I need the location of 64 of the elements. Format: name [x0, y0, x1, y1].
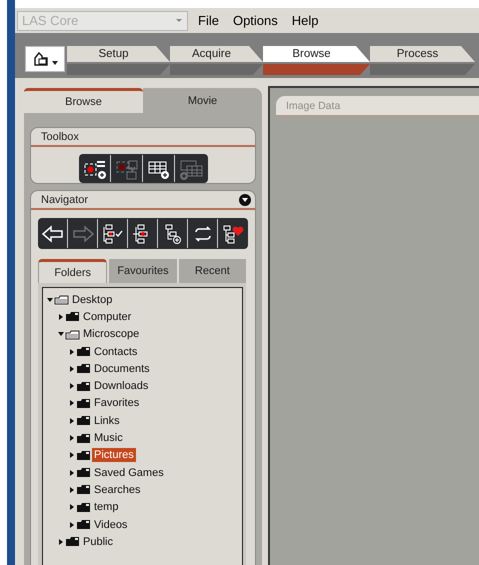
folder-label[interactable]: Documents	[92, 362, 152, 376]
image-data-header: Image Data	[276, 96, 479, 117]
folder-label[interactable]: Downloads	[92, 379, 150, 394]
panel-tab[interactable]: Movie	[143, 88, 262, 113]
folder-label[interactable]: Contacts	[92, 344, 140, 359]
folder-label[interactable]: Pictures	[92, 448, 136, 462]
folder-icon	[65, 311, 80, 322]
folder-label[interactable]: temp	[92, 500, 120, 514]
collapsed-arrow-icon[interactable]	[68, 468, 76, 477]
collapsed-arrow-icon[interactable]	[68, 416, 76, 425]
folder-icon	[76, 519, 91, 530]
folder-label[interactable]: Videos	[92, 518, 130, 532]
frame-arrow-icon	[114, 158, 140, 180]
collapsed-arrow-icon[interactable]	[57, 312, 65, 321]
collapsed-arrow-icon[interactable]	[68, 382, 76, 390]
app-selector-value: LAS Core	[22, 13, 78, 28]
folder-icon	[76, 415, 91, 426]
folder-icon	[76, 380, 91, 392]
folder-icon	[76, 398, 91, 409]
folder-label[interactable]: Links	[92, 414, 122, 428]
panel-title: Navigator	[41, 194, 88, 206]
folder-icon	[76, 484, 91, 496]
collapsed-arrow-icon[interactable]	[68, 399, 76, 408]
folder-icon	[76, 502, 91, 513]
folder-icon	[76, 432, 91, 444]
navigator-tab[interactable]: Favourites	[109, 259, 177, 283]
folder-label[interactable]: Computer	[81, 310, 134, 324]
navigator-tab[interactable]: Folders	[38, 259, 108, 283]
grid-stack-icon	[178, 158, 204, 180]
panel-title: Toolbox	[41, 130, 79, 142]
back-arrow-icon	[40, 222, 66, 244]
folder-label[interactable]: Public	[81, 534, 115, 549]
tool-button[interactable]	[39, 219, 68, 248]
collapsed-arrow-icon[interactable]	[68, 364, 76, 373]
collapsed-arrow-icon[interactable]	[68, 434, 76, 442]
folder-icon	[65, 536, 80, 548]
navigator-tab[interactable]: Recent	[178, 259, 246, 283]
collapsed-arrow-icon[interactable]	[68, 486, 76, 494]
open-drive-icon	[65, 328, 80, 340]
collapsed-arrow-icon[interactable]	[68, 503, 76, 512]
tool-selector[interactable]	[25, 46, 65, 72]
folder-label[interactable]: Desktop	[70, 292, 114, 307]
folder-icon	[76, 346, 91, 358]
collapsed-arrow-icon[interactable]	[68, 348, 76, 356]
collapsed-arrow-icon[interactable]	[57, 538, 65, 546]
folder-label[interactable]: Microscope	[81, 327, 142, 342]
collapsed-arrow-icon[interactable]	[68, 520, 76, 528]
folder-icon	[76, 363, 91, 374]
folder-icon	[76, 450, 91, 461]
open-drive-icon	[54, 294, 69, 306]
menu-item[interactable]: Options	[232, 13, 278, 28]
folder-label[interactable]: Saved Games	[92, 466, 166, 480]
collapse-icon[interactable]	[239, 194, 251, 206]
caret-icon	[175, 18, 183, 23]
menu-item[interactable]: File	[198, 13, 219, 28]
folder-label[interactable]: Music	[92, 431, 125, 446]
folder-label[interactable]: Favorites	[92, 396, 142, 410]
menu-item[interactable]: Help	[292, 13, 319, 28]
collapsed-arrow-icon[interactable]	[68, 451, 76, 460]
folder-icon	[76, 467, 91, 478]
expanded-arrow-icon[interactable]	[57, 330, 65, 338]
tool-button[interactable]	[80, 155, 110, 182]
folder-label[interactable]: Searches	[92, 482, 142, 497]
expanded-arrow-icon[interactable]	[46, 296, 54, 304]
